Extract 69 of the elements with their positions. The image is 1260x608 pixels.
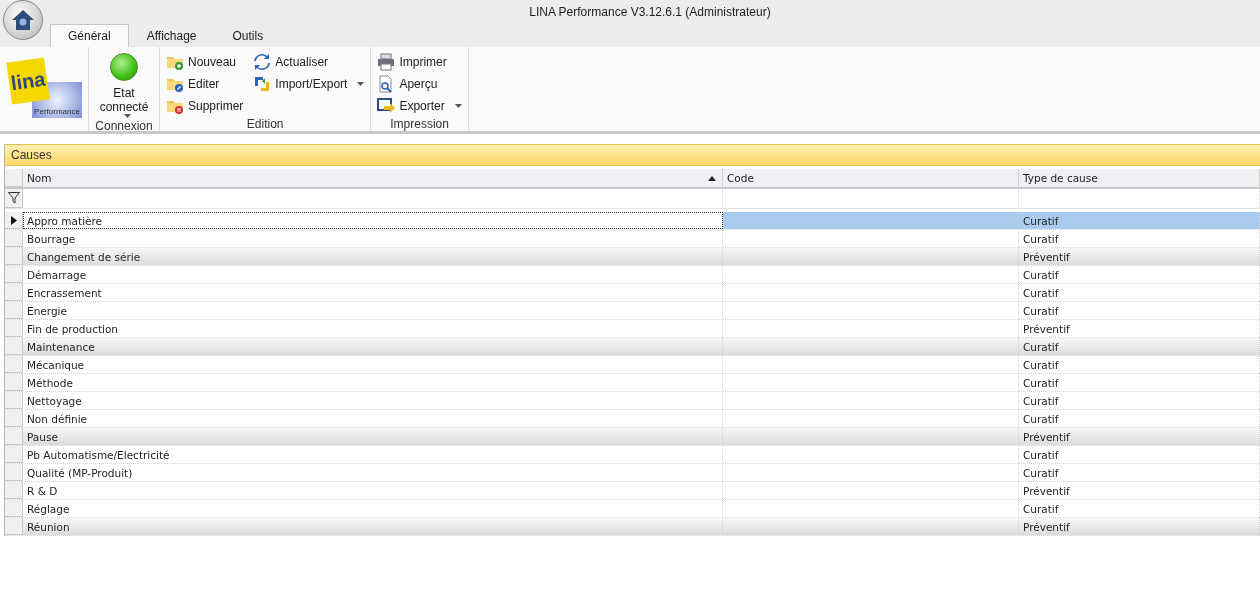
sort-ascending-icon <box>708 175 716 181</box>
ribbon-button[interactable]: Exporter <box>375 96 464 116</box>
table-cell: Curatif <box>1019 392 1260 409</box>
table-cell: Curatif <box>1019 338 1260 355</box>
ribbon-button[interactable]: Supprimer <box>164 96 246 116</box>
table-cell: Préventif <box>1019 428 1260 445</box>
caret-icon <box>123 114 131 118</box>
table-cell: Nettoyage <box>23 392 723 409</box>
ribbon-tab[interactable]: Général <box>50 24 129 47</box>
ribbon-button[interactable]: Import/Export <box>251 74 367 94</box>
table-cell: Démarrage <box>23 266 723 283</box>
table-cell: Préventif <box>1019 482 1260 499</box>
table-cell: Curatif <box>1019 212 1260 229</box>
ribbon-button[interactable]: Actualiser <box>251 52 367 72</box>
row-pointer-icon <box>10 215 17 225</box>
table-cell: Encrassement <box>23 284 723 301</box>
house-icon <box>11 9 35 31</box>
column-header[interactable]: Code <box>723 169 1019 187</box>
ribbon-button[interactable]: Aperçu <box>375 74 464 94</box>
table-cell: Curatif <box>1019 266 1260 283</box>
ribbon-tab[interactable]: Affichage <box>128 24 215 47</box>
table-cell: Préventif <box>1019 248 1260 265</box>
table-cell: Energie <box>23 302 723 319</box>
ribbon-button[interactable]: Nouveau <box>164 52 246 72</box>
window-title: LINA Performance V3.12.6.1 (Administrateur) <box>529 5 771 19</box>
table-cell: Curatif <box>1019 446 1260 463</box>
table-cell: Fin de production <box>23 320 723 337</box>
table-cell: Curatif <box>1019 464 1260 481</box>
row-header[interactable] <box>5 212 23 229</box>
table-cell: Appro matière <box>23 212 723 229</box>
table-cell: Maintenance <box>23 338 723 355</box>
column-header[interactable]: Type de cause <box>1019 169 1260 187</box>
group-label: Connexion <box>94 118 154 134</box>
table-cell: Méthode <box>23 374 723 391</box>
table-cell: Pb Automatisme/Electricité <box>23 446 723 463</box>
caret-icon <box>357 82 365 86</box>
refresh-icon <box>253 53 272 71</box>
table-cell: Réunion <box>23 518 723 535</box>
table-cell: Réglage <box>23 500 723 517</box>
table-cell: Préventif <box>1019 518 1260 535</box>
ribbon-tab[interactable]: Outils <box>214 24 282 47</box>
table-cell: Curatif <box>1019 374 1260 391</box>
filter-icon <box>7 192 20 204</box>
ribbon-button[interactable]: Imprimer <box>375 52 464 72</box>
column-header[interactable]: Nom <box>23 169 723 187</box>
table-cell: Qualité (MP-Produit) <box>23 464 723 481</box>
ribbon-button[interactable]: Editer <box>164 74 246 94</box>
table-cell: Mécanique <box>23 356 723 373</box>
table-cell: Curatif <box>1019 356 1260 373</box>
group-label: Edition <box>245 116 285 132</box>
export-icon <box>377 97 396 115</box>
table-cell: Curatif <box>1019 284 1260 301</box>
table-cell: Curatif <box>1019 410 1260 427</box>
table-cell: Curatif <box>1019 230 1260 247</box>
connection-status-button[interactable]: Etat connecté <box>93 50 155 118</box>
table-cell: Curatif <box>1019 500 1260 517</box>
table-cell: Non définie <box>23 410 723 427</box>
group-label: Impression <box>389 116 450 132</box>
printer-icon <box>377 53 396 71</box>
panel-header: Causes <box>5 144 1260 166</box>
table-cell: R & D <box>23 482 723 499</box>
table-cell: Préventif <box>1019 320 1260 337</box>
table-cell: Curatif <box>1019 302 1260 319</box>
table-cell: Bourrage <box>23 230 723 247</box>
table-cell: Changement de série <box>23 248 723 265</box>
import-export-icon <box>253 75 272 93</box>
table-cell: Pause <box>23 428 723 445</box>
app-menu-button[interactable] <box>3 0 43 40</box>
caret-icon <box>454 104 462 108</box>
